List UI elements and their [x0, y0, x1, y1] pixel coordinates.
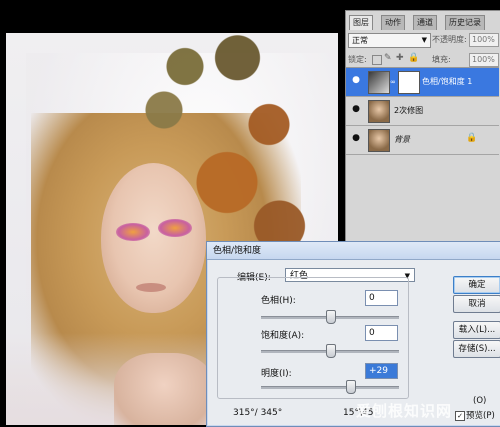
hue-saturation-dialog: 色相/饱和度 编辑(E): 红色 ▼ 色相(H): 0 饱和度(A): 0 明度… — [206, 241, 500, 427]
tab-channels[interactable]: 通道 — [413, 15, 437, 30]
lock-all-icon[interactable]: 🔒 — [408, 53, 419, 63]
lock-transparent-icon[interactable] — [372, 55, 382, 65]
preview-checkbox[interactable]: ✓ — [455, 411, 465, 421]
blend-opacity-row: 正常 ▼ 不透明度: 100% — [348, 33, 499, 49]
hands-region — [114, 353, 214, 425]
saturation-input[interactable]: 0 — [365, 325, 398, 341]
hue-slider-thumb[interactable] — [326, 310, 336, 324]
range-left-readout: 315°/ 345° — [233, 408, 283, 418]
opacity-input[interactable]: 100% — [469, 33, 499, 47]
lightness-label: 明度(I): — [261, 369, 292, 379]
fill-label: 填充: — [432, 55, 451, 64]
layer-row-retouch[interactable]: ● 2次修图 — [346, 97, 499, 126]
left-eye-makeup — [116, 223, 150, 241]
blend-mode-select[interactable]: 正常 ▼ — [348, 33, 431, 48]
chevron-down-icon: ▼ — [421, 36, 427, 44]
layers-empty-area — [346, 155, 499, 245]
mask-thumbnail — [398, 71, 420, 94]
tab-history[interactable]: 历史记录 — [445, 15, 485, 30]
lightness-slider-track[interactable] — [261, 386, 399, 389]
hue-input[interactable]: 0 — [365, 290, 398, 306]
preview-label: 预览(P) — [466, 411, 495, 421]
layer-thumbnail — [368, 129, 390, 152]
adjustment-thumbnail — [368, 71, 390, 94]
tab-actions[interactable]: 动作 — [381, 15, 405, 30]
layer-row-background[interactable]: ● 背景 🔒 — [346, 126, 499, 155]
layer-name: 色相/饱和度 1 — [422, 77, 473, 86]
load-button[interactable]: 载入(L)... — [453, 321, 500, 339]
tab-layers[interactable]: 图层 — [349, 15, 373, 30]
lightness-input[interactable]: +29 — [365, 363, 398, 379]
visibility-eye-icon[interactable]: ● — [351, 76, 361, 85]
layer-thumbnail — [368, 100, 390, 123]
layer-name: 2次修图 — [394, 106, 424, 115]
opacity-label: 不透明度: — [432, 35, 467, 44]
lock-move-icon[interactable]: ✚ — [396, 53, 404, 63]
cancel-button[interactable]: 取消 — [453, 295, 500, 313]
chain-link-icon: ∞ — [390, 78, 396, 86]
lock-icon: 🔒 — [466, 133, 478, 143]
saturation-slider-thumb[interactable] — [326, 344, 336, 358]
lock-label: 锁定: — [348, 55, 367, 64]
hue-label: 色相(H): — [261, 296, 296, 306]
visibility-eye-icon[interactable]: ● — [351, 105, 361, 114]
right-eye-makeup — [158, 219, 192, 237]
save-button[interactable]: 存储(S)... — [453, 340, 500, 358]
lock-brush-icon[interactable]: ✎ — [384, 53, 392, 63]
dialog-title: 色相/饱和度 — [207, 242, 500, 260]
visibility-eye-icon[interactable]: ● — [351, 134, 361, 143]
watermark: 爱刨根知识网 — [356, 402, 453, 420]
layer-name: 背景 — [394, 135, 410, 144]
lips-region — [136, 283, 166, 292]
ok-button[interactable]: 确定 — [453, 276, 500, 294]
layer-row-hue-saturation[interactable]: ● ∞ 色相/饱和度 1 — [346, 68, 499, 97]
blend-mode-value: 正常 — [352, 36, 368, 45]
lightness-slider-thumb[interactable] — [346, 380, 356, 394]
saturation-label: 饱和度(A): — [261, 331, 305, 341]
layers-panel: 图层 动作 通道 历史记录 正常 ▼ 不透明度: 100% 锁定: ✎ ✚ 🔒 … — [345, 10, 500, 247]
fill-input[interactable]: 100% — [469, 53, 499, 67]
colorize-label: (O) — [473, 396, 487, 406]
panel-tabs: 图层 动作 通道 历史记录 — [346, 15, 500, 30]
